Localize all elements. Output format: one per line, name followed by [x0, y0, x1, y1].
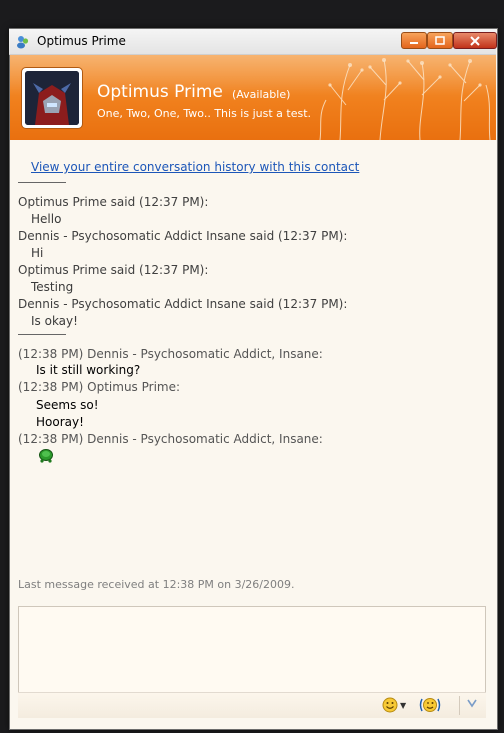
- chevron-down-icon: [467, 699, 477, 708]
- contact-name: Optimus Prime: [97, 82, 223, 102]
- window-title: Optimus Prime: [37, 34, 126, 48]
- maximize-button[interactable]: [427, 32, 453, 49]
- message-text: Hello: [31, 212, 62, 226]
- emoticon-button[interactable]: ▼: [382, 697, 406, 713]
- conversation-history-link[interactable]: View your entire conversation history wi…: [31, 160, 359, 174]
- message-text: Hooray!: [36, 415, 84, 429]
- robot-avatar-icon: [25, 71, 79, 125]
- title-bar[interactable]: Optimus Prime: [9, 29, 497, 55]
- message-header: (12:38 PM) Dennis - Psychosomatic Addict…: [18, 432, 323, 446]
- message-header: (12:38 PM) Optimus Prime:: [18, 380, 181, 394]
- message-header: Dennis - Psychosomatic Addict Insane sai…: [18, 229, 348, 243]
- message-header: (12:38 PM) Dennis - Psychosomatic Addict…: [18, 347, 323, 361]
- session-divider: [18, 334, 66, 335]
- last-message-info: Last message received at 12:38 PM on 3/2…: [18, 578, 295, 591]
- message-header: Dennis - Psychosomatic Addict Insane sai…: [18, 297, 348, 311]
- minimize-button[interactable]: [401, 32, 427, 49]
- message-text: Hi: [31, 246, 44, 260]
- close-icon: [470, 35, 480, 46]
- toolbar-divider: [459, 696, 460, 715]
- avatar: [25, 71, 79, 125]
- message-header: Optimus Prime said (12:37 PM):: [18, 195, 209, 209]
- decorative-branches: [319, 58, 491, 140]
- message-text: Is okay!: [31, 314, 78, 328]
- chevron-down-icon: ▼: [400, 700, 407, 710]
- smiley-icon: [382, 697, 398, 713]
- minimize-icon: [410, 41, 418, 44]
- personal-message: One, Two, One, Two.. This is just a test…: [97, 107, 312, 120]
- wink-icon: [419, 698, 441, 712]
- contact-header: Optimus Prime (Available) One, Two, One,…: [10, 55, 496, 140]
- close-button[interactable]: [453, 32, 497, 49]
- messenger-icon: [17, 36, 29, 49]
- message-text: Testing: [31, 280, 74, 294]
- message-text: Seems so!: [36, 398, 99, 412]
- contact-status: (Available): [232, 88, 291, 101]
- avatar-frame[interactable]: [21, 67, 83, 129]
- wink-button[interactable]: [419, 697, 441, 713]
- maximize-icon: [435, 36, 445, 45]
- input-toolbar: [18, 692, 486, 718]
- history-divider: [18, 182, 66, 183]
- message-header: Optimus Prime said (12:37 PM):: [18, 263, 209, 277]
- message-text: Is it still working?: [36, 363, 141, 377]
- more-options-button[interactable]: [466, 697, 478, 709]
- turtle-emoticon: [39, 449, 53, 463]
